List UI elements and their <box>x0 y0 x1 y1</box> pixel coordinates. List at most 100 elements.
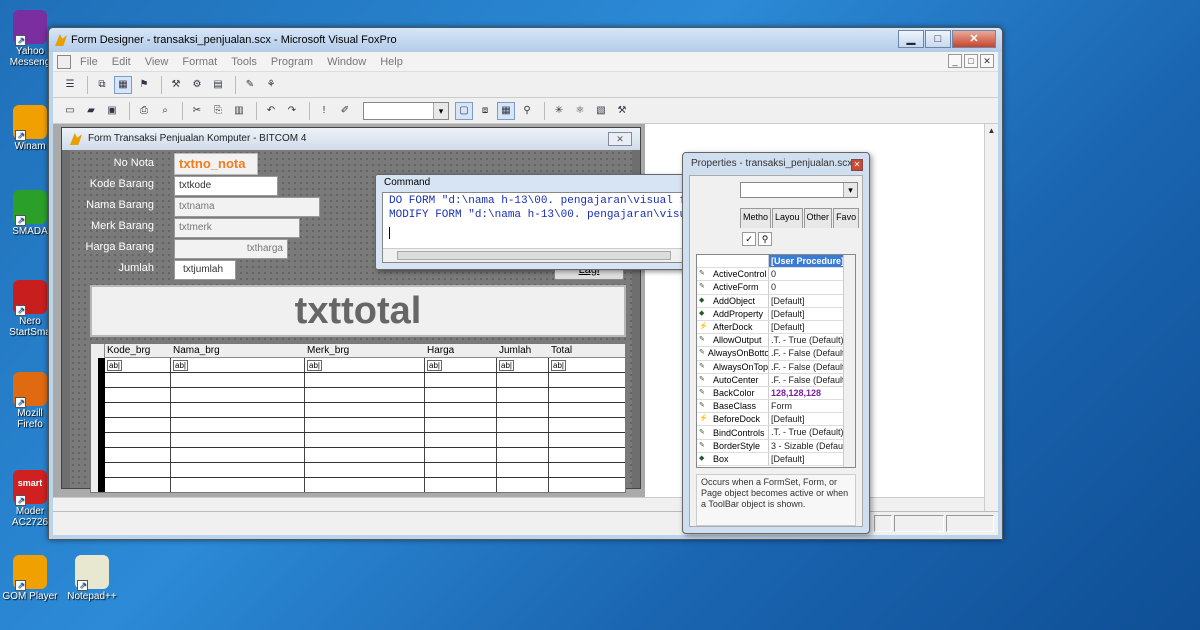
grid-column-header[interactable]: Harga <box>425 344 454 358</box>
property-row[interactable]: ✎ ActiveForm 0 <box>697 281 855 295</box>
data-environment-icon[interactable]: ▦ <box>114 75 132 94</box>
redo-icon[interactable]: ↷ <box>283 102 301 120</box>
task-list-icon[interactable]: ⚒ <box>613 102 631 120</box>
toolbar-separator <box>182 101 183 120</box>
property-list[interactable]: [User Procedure] ✎ ActiveControl 0 ✎ ActiveFo… <box>696 254 856 468</box>
accept-icon[interactable]: ✓ <box>742 232 756 246</box>
mdi-minimize-button[interactable]: _ <box>948 54 962 68</box>
code-window-icon[interactable]: ⚒ <box>167 76 185 94</box>
property-row[interactable]: [User Procedure] <box>697 255 855 269</box>
data-session-icon[interactable]: ⧈ <box>476 102 494 120</box>
mdi-close-button[interactable]: ✕ <box>980 54 994 68</box>
grid-column-header[interactable]: Total <box>549 344 572 358</box>
object-selector-combo[interactable] <box>740 182 858 198</box>
paste-icon[interactable]: ▥ <box>230 102 248 120</box>
scroll-up-arrow-icon[interactable]: ▲ <box>985 124 998 138</box>
builder-icon[interactable]: ✎ <box>241 76 259 94</box>
property-row[interactable]: ◆ Box [Default] <box>697 452 855 466</box>
mdi-restore-button[interactable]: □ <box>964 54 978 68</box>
autoformat-icon[interactable]: ⚘ <box>262 76 280 94</box>
property-row[interactable]: ✎ AutoCenter .F. - False (Default) <box>697 373 855 387</box>
menu-program[interactable]: Program <box>264 56 320 68</box>
property-row[interactable]: ✎ ActiveControl 0 <box>697 268 855 282</box>
zoom-icon[interactable]: ⚲ <box>758 232 772 246</box>
property-row[interactable]: ✎AlwaysOnBottom.F. - False (Default) <box>697 347 855 361</box>
tab-methods[interactable]: Metho <box>740 208 772 228</box>
print-icon[interactable]: ⎙ <box>135 102 153 120</box>
project-manager-icon[interactable]: ⚲ <box>518 102 536 120</box>
grid-column-header[interactable]: Jumlah <box>497 344 531 358</box>
detail-grid[interactable]: Kode_brg Nama_brg Merk_brg Harga Jumlah Total… <box>90 343 626 493</box>
property-row[interactable]: ◆ AddProperty [Default] <box>697 307 855 321</box>
save-icon[interactable]: ▣ <box>103 102 121 120</box>
copy-icon[interactable]: ⎘ <box>209 102 227 120</box>
tab-other[interactable]: Other <box>803 208 833 228</box>
desktop-shortcut[interactable]: ↗ Notepad++ <box>62 555 122 602</box>
txttotal-field[interactable]: txttotal <box>90 285 626 337</box>
tab-layout[interactable]: Layou <box>772 208 803 228</box>
color-palette-icon[interactable]: ▤ <box>209 76 227 94</box>
property-row[interactable]: ⚡ BeforeDock [Default] <box>697 413 855 427</box>
maximize-button[interactable]: □ <box>925 30 951 48</box>
system-menu-icon[interactable] <box>57 54 71 69</box>
component-gallery-icon[interactable]: ⚛ <box>571 102 589 120</box>
close-button[interactable]: ✕ <box>952 30 996 48</box>
menu-edit[interactable]: Edit <box>105 56 138 68</box>
command-line-2[interactable]: MODIFY FORM "d:\nama h-13\00. pengajaran… <box>389 209 699 221</box>
class-browser-icon[interactable]: ✳ <box>550 102 568 120</box>
database-combo[interactable] <box>363 101 449 120</box>
property-row[interactable]: ✎ BaseClass Form <box>697 400 855 414</box>
modify-icon[interactable]: ✐ <box>336 102 354 120</box>
menu-tools[interactable]: Tools <box>224 56 264 68</box>
txtkode-field[interactable]: txtkode <box>174 176 278 196</box>
property-row[interactable]: ✎ AllowOutput .T. - True (Default) <box>697 334 855 348</box>
layout-toolbar-icon[interactable]: ☰ <box>61 76 79 94</box>
txtmerk-field[interactable]: txtmerk <box>174 218 300 238</box>
command-window-icon[interactable]: ▢ <box>455 101 473 120</box>
property-row[interactable]: ✎ BorderStyle 3 - Sizable (Default) <box>697 439 855 453</box>
workspace-vertical-scrollbar[interactable]: ▲ <box>984 124 998 511</box>
tab-favorites[interactable]: Favo <box>833 208 860 228</box>
scroll-thumb[interactable] <box>397 251 671 260</box>
txtnama-field[interactable]: txtnama <box>174 197 320 217</box>
desktop-shortcut[interactable]: ↗ GOM Player <box>0 555 60 602</box>
form-titlebar[interactable]: Form Transaksi Penjualan Komputer - BITC… <box>62 128 640 150</box>
property-list-scrollbar[interactable] <box>843 255 855 467</box>
property-row[interactable]: ⚡ AfterDock [Default] <box>697 320 855 335</box>
properties-close-button[interactable]: ✕ <box>851 159 863 171</box>
coverage-profiler-icon[interactable]: ▧ <box>592 102 610 120</box>
command-horizontal-scrollbar[interactable] <box>383 248 719 262</box>
new-icon[interactable]: ▭ <box>61 102 79 120</box>
txtjumlah-field[interactable]: txtjumlah <box>174 260 236 280</box>
properties-icon[interactable]: ⚑ <box>135 76 153 94</box>
properties-window-icon[interactable]: ▦ <box>497 101 515 120</box>
form-close-button[interactable]: ✕ <box>608 132 632 146</box>
property-row[interactable]: ✎ BindControls .T. - True (Default) <box>697 426 855 440</box>
grid-column-header[interactable]: Kode_brg <box>105 344 150 358</box>
print-preview-icon[interactable]: ⌕ <box>156 102 174 120</box>
property-row[interactable]: ◆ AddObject [Default] <box>697 294 855 308</box>
open-icon[interactable]: ▰ <box>82 102 100 120</box>
command-line-1[interactable]: DO FORM "d:\nama h-13\00. pengajaran\vis… <box>389 195 699 207</box>
menu-view[interactable]: View <box>138 56 176 68</box>
property-type-icon: ✎ <box>699 283 705 291</box>
property-row[interactable]: ✎ BackColor 128,128,128 <box>697 386 855 401</box>
txtharga-field[interactable]: txtharga <box>174 239 288 259</box>
form-controls-icon[interactable]: ⚙ <box>188 76 206 94</box>
grid-column-header[interactable]: Nama_brg <box>171 344 220 358</box>
undo-icon[interactable]: ↶ <box>262 102 280 120</box>
menu-window[interactable]: Window <box>320 56 373 68</box>
grid-column-header[interactable]: Merk_brg <box>305 344 349 358</box>
tab-order-icon[interactable]: ⧉ <box>93 76 111 94</box>
run-icon[interactable]: ! <box>315 102 333 120</box>
command-editor[interactable]: DO FORM "d:\nama h-13\00. pengajaran\vis… <box>382 192 732 263</box>
window-titlebar[interactable]: Form Designer - transaksi_penjualan.scx … <box>49 28 1002 52</box>
minimize-button[interactable]: ▁ <box>898 30 924 48</box>
property-row[interactable]: ✎ AlwaysOnTop .F. - False (Default) <box>697 360 855 374</box>
menu-format[interactable]: Format <box>175 56 224 68</box>
cut-icon[interactable]: ✂ <box>188 102 206 120</box>
menu-help[interactable]: Help <box>373 56 410 68</box>
properties-window[interactable]: Properties - transaksi_penjualan.scx ✕ M… <box>682 152 870 534</box>
menu-file[interactable]: File <box>73 56 105 68</box>
txtno-nota-field[interactable]: txtno_nota <box>174 153 258 175</box>
